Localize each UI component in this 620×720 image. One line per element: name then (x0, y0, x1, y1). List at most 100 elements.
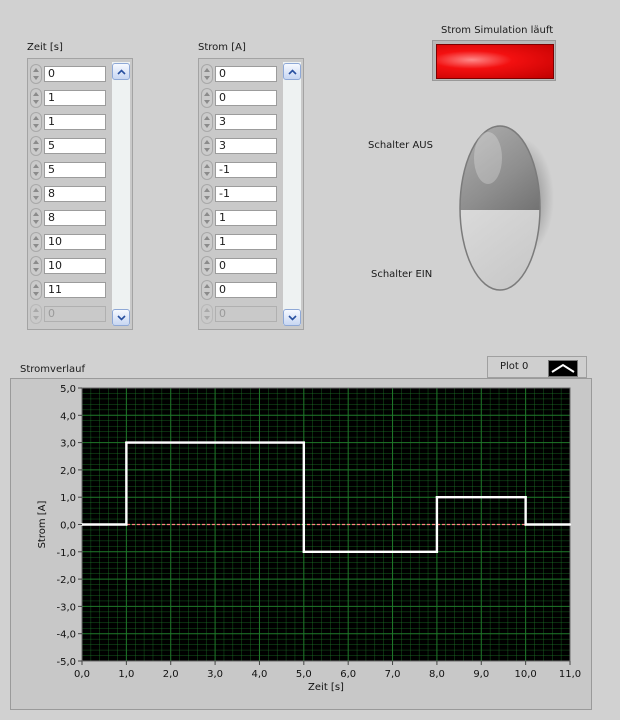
x-tick-label: 1,0 (118, 669, 134, 680)
strom-element[interactable]: 1 (201, 232, 281, 252)
switch-label-off: Schalter AUS (368, 140, 433, 151)
strom-element[interactable]: 0 (201, 88, 281, 108)
increment-decrement-icon[interactable] (201, 112, 213, 132)
increment-decrement-icon[interactable] (30, 280, 42, 300)
strom-value[interactable]: 1 (215, 210, 277, 226)
strom-element[interactable]: -1 (201, 184, 281, 204)
zeit-value[interactable]: 10 (44, 258, 106, 274)
increment-decrement-icon[interactable] (30, 256, 42, 276)
led-label: Strom Simulation läuft (441, 25, 554, 36)
y-tick-label: 3,0 (60, 439, 76, 450)
strom-element[interactable]: 0 (201, 256, 281, 276)
x-tick-label: 11,0 (559, 669, 581, 680)
plot-line-icon (551, 363, 575, 373)
data-point (524, 523, 527, 526)
zeit-value[interactable]: 5 (44, 162, 106, 178)
legend-plot-name: Plot 0 (500, 361, 529, 372)
zeit-value[interactable]: 8 (44, 186, 106, 202)
increment-decrement-icon[interactable] (201, 64, 213, 84)
zeit-value[interactable]: 11 (44, 282, 106, 298)
zeit-element[interactable]: 11 (30, 280, 110, 300)
plot-legend[interactable]: Plot 0 (487, 356, 587, 378)
increment-decrement-icon[interactable] (201, 232, 213, 252)
chevron-down-icon (287, 314, 297, 321)
legend-line-swatch[interactable] (548, 360, 578, 377)
zeit-element[interactable]: 1 (30, 88, 110, 108)
zeit-value[interactable]: 10 (44, 234, 106, 250)
increment-decrement-icon[interactable] (30, 88, 42, 108)
x-tick-label: 9,0 (473, 669, 489, 680)
zeit-element[interactable]: 0 (30, 64, 110, 84)
waveform-chart[interactable]: 0,0 1,0 2,0 3,0 4,0 5,0 6,0 7,0 8,0 9,0 10,0 11,0 5,… (0, 378, 600, 708)
strom-element[interactable]: -1 (201, 160, 281, 180)
y-tick-label: 0,0 (60, 521, 76, 532)
x-tick-label: 2,0 (163, 669, 179, 680)
increment-decrement-icon (201, 304, 213, 324)
increment-decrement-icon[interactable] (201, 136, 213, 156)
strom-element[interactable]: 3 (201, 136, 281, 156)
zeit-value[interactable]: 1 (44, 90, 106, 106)
zeit-array-scrollbar[interactable] (112, 62, 130, 325)
x-axis-label: Zeit [s] (308, 682, 344, 693)
led-lamp (436, 44, 554, 79)
zeit-scroll-down-button[interactable] (112, 309, 130, 326)
zeit-element[interactable]: 5 (30, 136, 110, 156)
zeit-element[interactable]: 5 (30, 160, 110, 180)
strom-value[interactable]: 1 (215, 234, 277, 250)
zeit-array[interactable]: 0 1 1 5 5 8 8 10 10 11 0 (27, 58, 133, 330)
increment-decrement-icon[interactable] (30, 112, 42, 132)
strom-value[interactable]: -1 (215, 186, 277, 202)
increment-decrement-icon[interactable] (30, 136, 42, 156)
increment-decrement-icon[interactable] (30, 184, 42, 204)
strom-value[interactable]: 0 (215, 90, 277, 106)
x-tick-label: 8,0 (429, 669, 445, 680)
strom-element[interactable]: 0 (201, 280, 281, 300)
strom-value[interactable]: 0 (215, 258, 277, 274)
increment-decrement-icon[interactable] (201, 88, 213, 108)
zeit-value[interactable]: 1 (44, 114, 106, 130)
increment-decrement-icon[interactable] (30, 232, 42, 252)
zeit-element[interactable]: 1 (30, 112, 110, 132)
y-tick-label: 4,0 (60, 411, 76, 422)
increment-decrement-icon[interactable] (201, 184, 213, 204)
strom-scroll-down-button[interactable] (283, 309, 301, 326)
zeit-element[interactable]: 8 (30, 184, 110, 204)
strom-element[interactable]: 1 (201, 208, 281, 228)
strom-value[interactable]: 3 (215, 138, 277, 154)
strom-scroll-up-button[interactable] (283, 63, 301, 80)
zeit-element-empty[interactable]: 0 (30, 304, 110, 324)
strom-value[interactable]: 0 (215, 66, 277, 82)
strom-array[interactable]: 0 0 3 3 -1 -1 1 1 0 0 0 (198, 58, 304, 330)
strom-element-empty[interactable]: 0 (201, 304, 281, 324)
chevron-up-icon (287, 68, 297, 75)
x-tick-label: 6,0 (340, 669, 356, 680)
zeit-element[interactable]: 10 (30, 256, 110, 276)
zeit-element[interactable]: 8 (30, 208, 110, 228)
led-indicator (432, 40, 556, 81)
zeit-element[interactable]: 10 (30, 232, 110, 252)
y-tick-label: -1,0 (56, 548, 76, 559)
strom-array-scrollbar[interactable] (283, 62, 301, 325)
y-axis-label: Strom [A] (37, 500, 48, 548)
zeit-value[interactable]: 0 (44, 66, 106, 82)
increment-decrement-icon[interactable] (201, 160, 213, 180)
strom-element[interactable]: 0 (201, 64, 281, 84)
x-tick-label: 4,0 (252, 669, 268, 680)
increment-decrement-icon[interactable] (201, 208, 213, 228)
increment-decrement-icon[interactable] (201, 256, 213, 276)
increment-decrement-icon[interactable] (30, 160, 42, 180)
increment-decrement-icon[interactable] (30, 64, 42, 84)
strom-value[interactable]: 3 (215, 114, 277, 130)
strom-value[interactable]: -1 (215, 162, 277, 178)
increment-decrement-icon[interactable] (201, 280, 213, 300)
y-tick-label: 1,0 (60, 493, 76, 504)
zeit-scroll-up-button[interactable] (112, 63, 130, 80)
increment-decrement-icon[interactable] (30, 208, 42, 228)
toggle-switch[interactable] (440, 118, 560, 298)
zeit-value[interactable]: 5 (44, 138, 106, 154)
strom-element[interactable]: 3 (201, 112, 281, 132)
strom-value[interactable]: 0 (215, 282, 277, 298)
y-tick-label: 2,0 (60, 466, 76, 477)
zeit-value[interactable]: 8 (44, 210, 106, 226)
zeit-array-label: Zeit [s] (27, 42, 63, 53)
